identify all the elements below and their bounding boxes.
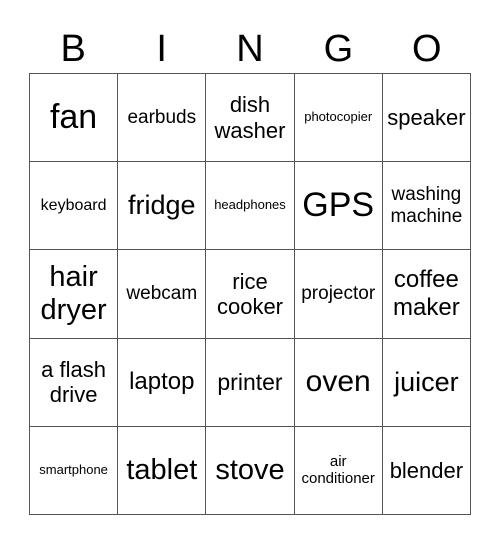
header-letter-o: O bbox=[412, 28, 442, 70]
bingo-grid: fan earbuds dish washer photocopier spea… bbox=[29, 73, 471, 515]
header-letter-i: I bbox=[156, 28, 167, 70]
bingo-cell[interactable]: keyboard bbox=[30, 162, 119, 251]
bingo-cell[interactable]: coffee maker bbox=[382, 250, 471, 339]
bingo-cell[interactable]: washing machine bbox=[382, 162, 471, 251]
bingo-cell[interactable]: earbuds bbox=[118, 74, 207, 163]
bingo-cell[interactable]: laptop bbox=[118, 338, 207, 427]
bingo-cell[interactable]: tablet bbox=[118, 426, 207, 515]
header-letter-n: N bbox=[236, 28, 264, 70]
bingo-cell[interactable]: headphones bbox=[206, 162, 295, 251]
header-letter-g: G bbox=[323, 28, 354, 70]
header-letter-b: B bbox=[60, 28, 86, 70]
bingo-cell[interactable]: stove bbox=[206, 426, 295, 515]
bingo-cell[interactable]: hair dryer bbox=[30, 250, 119, 339]
bingo-cell[interactable]: photocopier bbox=[294, 74, 383, 163]
bingo-cell[interactable]: GPS bbox=[294, 162, 383, 251]
bingo-cell[interactable]: smartphone bbox=[30, 426, 119, 515]
bingo-cell[interactable]: air conditioner bbox=[294, 426, 383, 515]
bingo-cell[interactable]: blender bbox=[382, 426, 471, 515]
bingo-cell[interactable]: fridge bbox=[118, 162, 207, 251]
bingo-cell[interactable]: projector bbox=[294, 250, 383, 339]
bingo-cell[interactable]: webcam bbox=[118, 250, 207, 339]
bingo-cell[interactable]: fan bbox=[30, 74, 119, 163]
bingo-cell[interactable]: oven bbox=[294, 338, 383, 427]
bingo-cell[interactable]: a flash drive bbox=[30, 338, 119, 427]
bingo-cell[interactable]: speaker bbox=[382, 74, 471, 163]
bingo-cell[interactable]: dish washer bbox=[206, 74, 295, 163]
bingo-header: B I N G O bbox=[29, 24, 471, 74]
bingo-cell[interactable]: printer bbox=[206, 338, 295, 427]
bingo-cell[interactable]: rice cooker bbox=[206, 250, 295, 339]
bingo-cell[interactable]: juicer bbox=[382, 338, 471, 427]
